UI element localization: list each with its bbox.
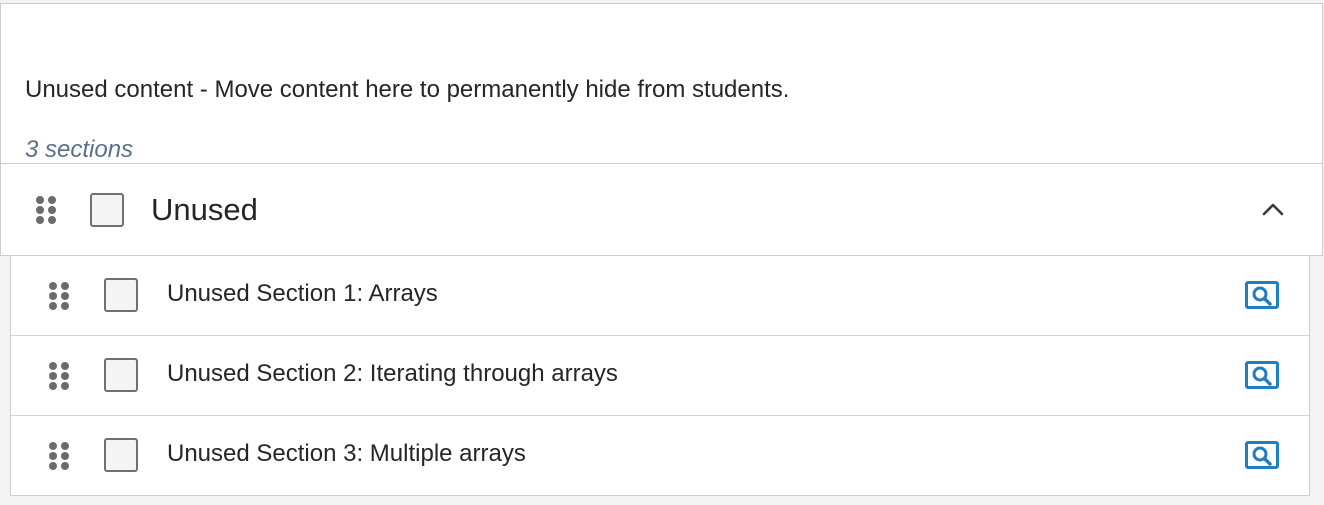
preview-search-icon[interactable] [1245,280,1279,310]
drag-handle-icon[interactable] [49,362,69,390]
section-row[interactable]: Unused Section 2: Iterating through arra… [11,336,1309,416]
section-label[interactable]: Unused Section 2: Iterating through arra… [167,360,618,388]
section-row[interactable]: Unused Section 3: Multiple arrays [11,416,1309,495]
section-label[interactable]: Unused Section 3: Multiple arrays [167,440,526,468]
section-list: Unused Section 1: Arrays Unused Section … [10,256,1310,496]
section-checkbox[interactable] [104,438,138,472]
preview-search-icon[interactable] [1245,440,1279,470]
select-all-checkbox[interactable] [90,193,124,227]
unused-header: Unused [0,163,1323,256]
section-checkbox[interactable] [104,278,138,312]
drag-handle-icon[interactable] [49,282,69,310]
container-description: Unused content - Move content here to pe… [25,76,790,103]
unused-container-card: Unused content - Move content here to pe… [0,3,1323,164]
section-label[interactable]: Unused Section 1: Arrays [167,280,438,308]
section-checkbox[interactable] [104,358,138,392]
drag-handle-icon[interactable] [36,196,56,224]
container-title: Unused [151,192,258,227]
section-row[interactable]: Unused Section 1: Arrays [11,256,1309,336]
preview-search-icon[interactable] [1245,360,1279,390]
section-count: 3 sections [25,136,134,163]
chevron-up-icon[interactable] [1260,196,1286,222]
drag-handle-icon[interactable] [49,442,69,470]
